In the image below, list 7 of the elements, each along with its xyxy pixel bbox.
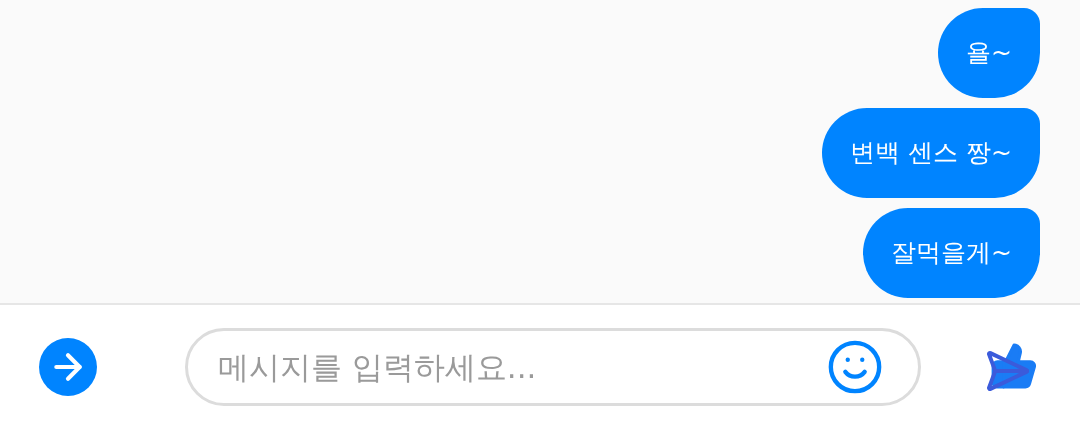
message-bubble: 잘먹을게~ xyxy=(863,208,1040,298)
arrow-button[interactable] xyxy=(39,338,97,396)
message-input[interactable]: 메시지를 입력하세요... xyxy=(218,343,826,391)
message-bubble: 변백 센스 짱~ xyxy=(822,108,1040,198)
emoji-icon[interactable] xyxy=(826,338,884,396)
message-field[interactable]: 메시지를 입력하세요... xyxy=(185,328,921,406)
message-bubble: 욜~ xyxy=(938,8,1040,98)
